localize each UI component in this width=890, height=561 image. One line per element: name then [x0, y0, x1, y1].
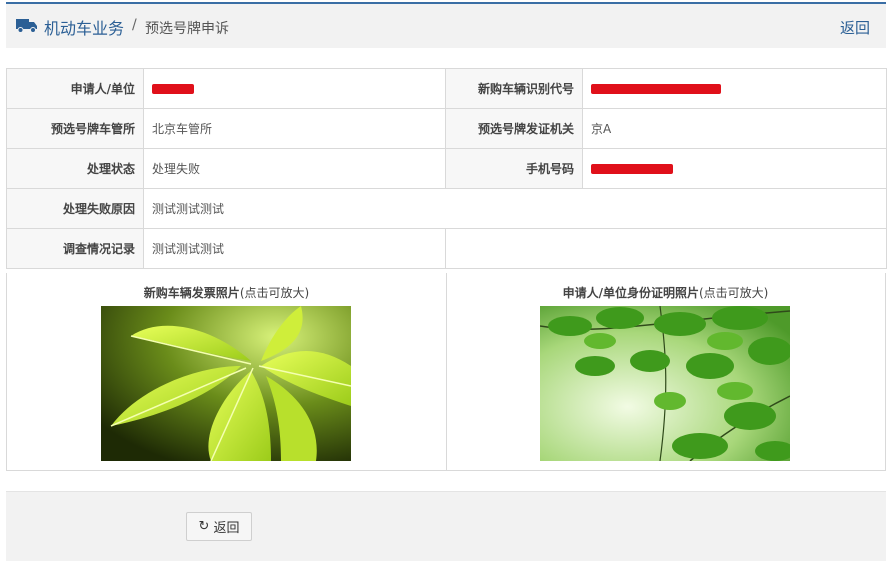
table-row: 预选号牌车管所 北京车管所 预选号牌发证机关 京A [6, 108, 887, 149]
back-link[interactable]: 返回 [840, 17, 870, 38]
breadcrumb-separator: / [132, 17, 137, 33]
id-photo[interactable] [540, 306, 790, 461]
redaction-mark [591, 164, 673, 174]
phone-label: 手机号码 [445, 148, 583, 189]
failure-reason-label: 处理失败原因 [6, 188, 144, 229]
redaction-mark [591, 84, 721, 94]
invoice-photo-hint: (点击可放大) [239, 286, 310, 300]
investigation-label: 调查情况记录 [6, 228, 144, 269]
photo-section: 新购车辆发票照片(点击可放大) 申请人/单位身份证明照片(点击可放大) [6, 273, 886, 471]
issuing-authority-value: 京A [582, 108, 887, 149]
table-row: 申请人/单位 新购车辆识别代号 [6, 68, 887, 109]
invoice-photo-panel: 新购车辆发票照片(点击可放大) [7, 273, 447, 470]
status-label: 处理状态 [6, 148, 144, 189]
truck-icon [16, 19, 37, 33]
plate-office-value: 北京车管所 [143, 108, 446, 149]
plate-office-label: 预选号牌车管所 [6, 108, 144, 149]
table-row: 处理状态 处理失败 手机号码 [6, 148, 887, 189]
table-row: 调查情况记录 测试测试测试 [6, 228, 887, 269]
vin-value [582, 68, 887, 109]
vin-label: 新购车辆识别代号 [445, 68, 583, 109]
invoice-photo[interactable] [101, 306, 351, 461]
back-button-label: 返回 [213, 521, 240, 536]
issuing-authority-label: 预选号牌发证机关 [445, 108, 583, 149]
redaction-mark [152, 84, 194, 94]
refresh-icon: ↻ [198, 519, 210, 534]
empty-cell [445, 228, 887, 269]
id-photo-hint: (点击可放大) [699, 286, 769, 300]
id-photo-title-text: 申请人/单位身份证明照片 [562, 286, 699, 300]
invoice-photo-title: 新购车辆发票照片(点击可放大) [7, 284, 446, 301]
id-photo-title: 申请人/单位身份证明照片(点击可放大) [446, 284, 885, 301]
form-footer: ↻ 返回 [6, 491, 886, 561]
applicant-value [143, 68, 446, 109]
status-value: 处理失败 [143, 148, 446, 189]
breadcrumb-current: 预选号牌申诉 [145, 21, 229, 37]
detail-table: 申请人/单位 新购车辆识别代号 预选号牌车管所 北京车管所 预选号牌发证机关 京… [6, 68, 887, 269]
page-header: 机动车业务 / 预选号牌申诉 返回 [6, 4, 886, 48]
breadcrumb-main[interactable]: 机动车业务 [44, 15, 124, 39]
table-row: 处理失败原因 测试测试测试 [6, 188, 887, 229]
back-button[interactable]: ↻ 返回 [186, 512, 252, 541]
id-photo-panel: 申请人/单位身份证明照片(点击可放大) [446, 273, 885, 470]
invoice-photo-title-text: 新购车辆发票照片 [143, 286, 240, 300]
applicant-label: 申请人/单位 [6, 68, 144, 109]
phone-value [582, 148, 887, 189]
investigation-value: 测试测试测试 [143, 228, 446, 269]
failure-reason-value: 测试测试测试 [143, 188, 887, 229]
